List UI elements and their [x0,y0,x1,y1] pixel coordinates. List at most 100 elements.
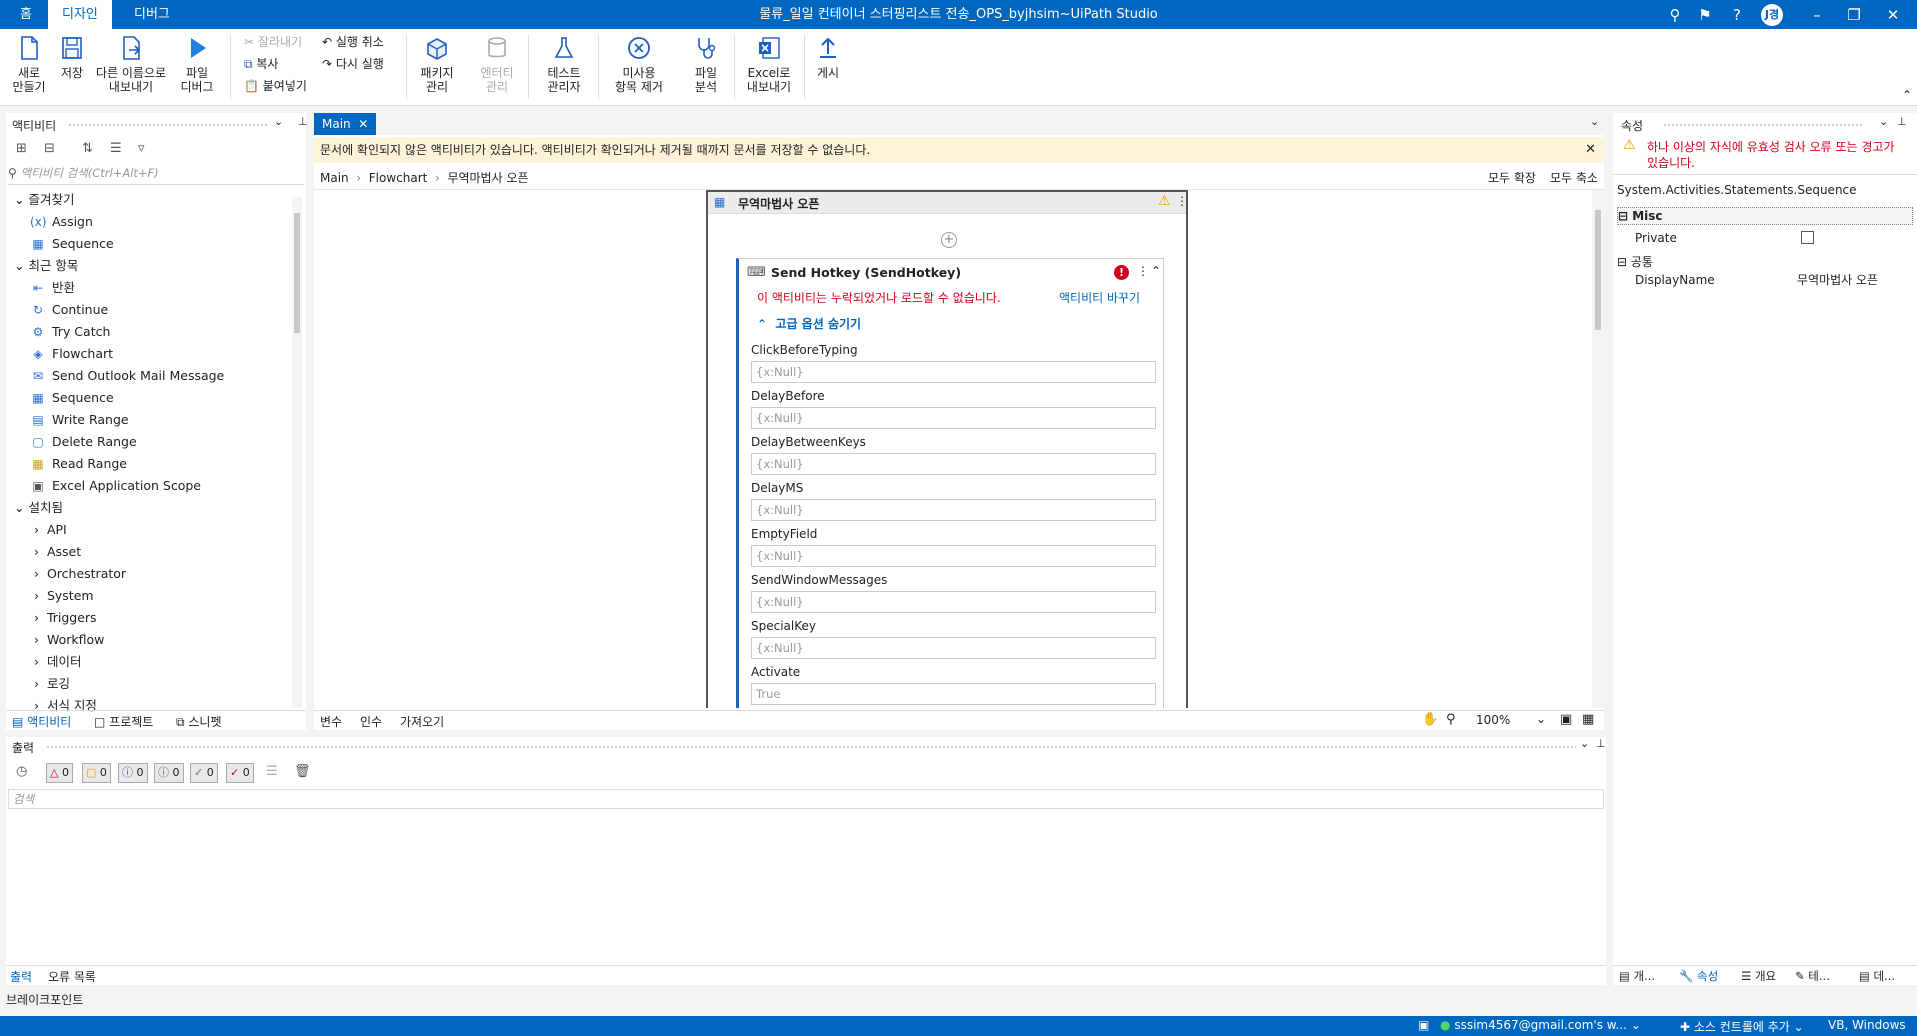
more-options-icon[interactable]: ⋮ [1137,264,1149,278]
pin-icon[interactable]: ⊥ [1596,737,1606,750]
tab-breakpoints[interactable]: 브레이크포인트 [6,991,83,1008]
analyze-file-button[interactable]: 파일 분석 [684,32,728,94]
activities-scrollbar[interactable] [292,197,302,707]
private-checkbox[interactable] [1801,231,1814,244]
output-search-input[interactable]: 검색 [8,789,1604,809]
category-common[interactable]: ⊟ 공통 [1617,253,1653,270]
expand-all-icon[interactable]: ⊞ [16,141,27,156]
replace-activity-link[interactable]: 액티비티 바꾸기 [1059,289,1140,306]
chevron-down-icon[interactable]: ⌄ [274,115,283,128]
activity-item[interactable]: ▢ Delete Range [30,431,136,453]
restore-icon[interactable]: ❐ [1843,4,1865,26]
avatar[interactable]: J경 [1761,4,1783,26]
tab-outline[interactable]: ▤ 개... [1619,968,1655,984]
tab-properties[interactable]: 🔧 속성 [1679,968,1718,984]
feedback-icon[interactable]: ⚑ [1694,4,1716,26]
category-installed[interactable]: ⌄ 설치됨 [14,497,63,519]
undo-button[interactable]: ↶ 실행 취소 [322,34,384,50]
close-icon[interactable]: ✕ [1585,137,1596,163]
tab-debug[interactable]: 디버그 [120,0,184,29]
test-manager-button[interactable]: 테스트 관리자 [536,32,592,94]
tab-output[interactable]: 출력 [10,968,32,985]
tab-activities[interactable]: ▤ 액티비티 [12,713,71,730]
tab-design[interactable]: 디자인 [48,0,112,29]
chevron-down-icon[interactable]: ⌄ [1580,737,1589,750]
chevron-down-icon[interactable]: ⌄ [1879,115,1888,128]
activities-search-input[interactable]: ⚲ 액티비티 검색(Ctrl+Alt+F) [8,165,304,185]
collapse-all-icon[interactable]: ⊟ [44,141,55,156]
chevron-down-icon[interactable]: ⌄ [1536,712,1546,726]
breadcrumb-item[interactable]: Flowchart [369,171,428,185]
orchestrator-icon[interactable]: ▣ [1418,1018,1429,1032]
more-options-icon[interactable]: ⋮ [1176,194,1188,208]
sequence-container[interactable]: ▦ 무역마법사 오픈 ⚠ ⋮ + ⌨ Send Hotkey (SendHotk… [706,190,1188,708]
account-indicator[interactable]: ● sssim4567@gmail.com's w... ⌄ [1440,1018,1641,1032]
new-button[interactable]: 새로 만들기 [6,32,52,94]
category-misc[interactable]: ⊟ Misc [1617,207,1913,225]
tab-variables[interactable]: 변수 [320,713,342,730]
scrollbar-thumb[interactable] [294,213,300,333]
paste-button[interactable]: 📋 붙여넣기 [244,78,307,94]
displayname-input[interactable]: 무역마법사 오픈 [1797,271,1909,289]
help-icon[interactable]: ? [1726,4,1748,26]
export-excel-button[interactable]: Excel로 내보내기 [742,32,796,94]
field-input[interactable]: {x:Null} [751,591,1156,613]
filter-warnings-button[interactable]: ▢ 0 [82,763,111,783]
manage-packages-button[interactable]: 패키지 관리 [414,32,460,94]
filter-icon[interactable]: ▿ [138,141,145,156]
activity-item[interactable]: ↻ Continue [30,299,108,321]
expand-all-button[interactable]: 모두 확장 [1488,169,1536,186]
installed-category[interactable]: › Workflow [34,629,104,651]
collapse-icon[interactable]: ⌃ [1151,264,1161,278]
scrollbar-thumb[interactable] [1595,210,1601,330]
breadcrumb-item[interactable]: Main [320,171,349,185]
tab-arguments[interactable]: 인수 [360,713,382,730]
advanced-options-toggle[interactable]: ⌃ 고급 옵션 숨기기 [757,315,861,332]
chevron-down-icon[interactable]: ⌄ [1590,115,1599,128]
tab-test[interactable]: ✎ 테... [1795,968,1830,984]
sort-icon[interactable]: ⇅ [82,141,93,156]
copy-icon[interactable]: ☰ [266,764,278,779]
remove-unused-button[interactable]: 미사용 항목 제거 [604,32,674,94]
tab-data[interactable]: ▤ 데... [1859,968,1895,984]
filter-info-button[interactable]: ⓘ 0 [118,763,148,783]
add-source-control-button[interactable]: ✚ 소스 컨트롤에 추가 ⌄ [1680,1018,1804,1035]
save-button[interactable]: 저장 [56,32,88,80]
cut-button[interactable]: ✂ 잘라내기 [244,34,302,50]
tab-error-list[interactable]: 오류 목록 [48,968,96,985]
zoom-level[interactable]: 100% [1476,713,1510,727]
copy-button[interactable]: ⧉ 복사 [244,56,278,72]
tab-snippets[interactable]: ⧉ 스니펫 [176,713,222,730]
zoom-icon[interactable]: ⚲ [1446,712,1456,727]
activity-item[interactable]: ◈ Flowchart [30,343,113,365]
debug-file-button[interactable]: 파일 디버그 [172,32,222,94]
trash-icon[interactable]: 🗑 [294,764,311,779]
installed-category[interactable]: › System [34,585,94,607]
installed-category[interactable]: › Orchestrator [34,563,126,585]
field-input[interactable]: {x:Null} [751,637,1156,659]
filter-errors-button[interactable]: △ 0 [46,763,73,783]
manage-entities-button[interactable]: 엔터티 관리 [474,32,520,94]
category-recent[interactable]: ⌄ 최근 항목 [14,255,78,277]
add-activity-icon[interactable]: + [941,232,957,248]
publish-button[interactable]: 게시 [812,32,844,80]
pin-icon[interactable]: ⊥ [1897,115,1907,128]
activity-item[interactable]: ▣ Excel Application Scope [30,475,201,497]
save-as-button[interactable]: 다른 이름으로 내보내기 [92,32,170,94]
search-icon[interactable]: ⚲ [1664,4,1686,26]
clock-icon[interactable]: ◷ [16,764,27,779]
minimize-icon[interactable]: – [1806,4,1828,26]
field-input[interactable]: {x:Null} [751,407,1156,429]
activity-item[interactable]: ▦ Sequence [30,387,113,409]
installed-category[interactable]: › API [34,519,67,541]
filter-failed-button[interactable]: ✓ 0 [226,763,254,783]
hand-icon[interactable]: ✋ [1422,712,1438,727]
installed-category[interactable]: › Triggers [34,607,97,629]
activity-item[interactable]: (x) Assign [30,211,93,233]
send-hotkey-activity[interactable]: ⌨ Send Hotkey (SendHotkey) ! ⋮ ⌃ 이 액티비티는… [736,258,1164,708]
field-input[interactable]: {x:Null} [751,499,1156,521]
canvas-scrollbar[interactable] [1592,190,1604,708]
installed-category[interactable]: › 데이터 [34,651,81,673]
pin-icon[interactable]: ⠀⊥ [290,115,308,128]
fit-screen-icon[interactable]: ▣ [1560,712,1572,727]
